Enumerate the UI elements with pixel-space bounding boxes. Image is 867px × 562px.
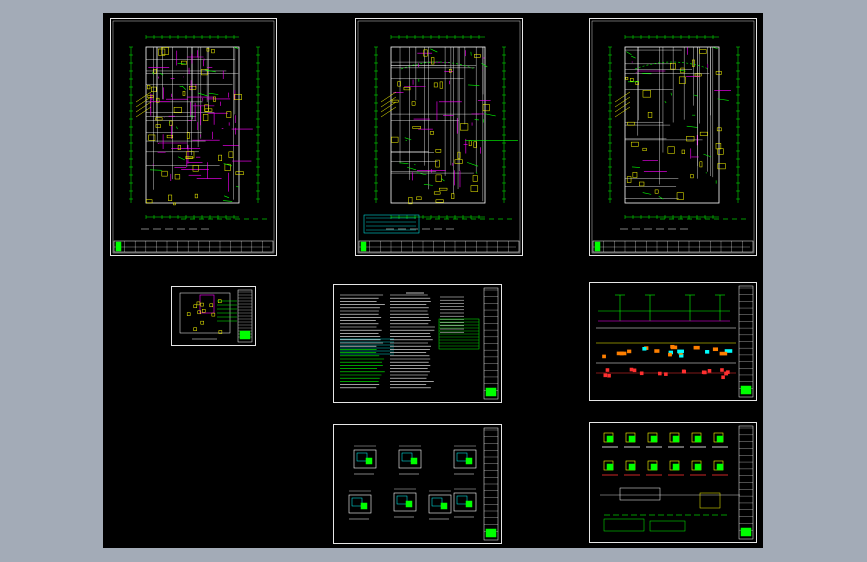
sheet-floor-plan-1[interactable] bbox=[110, 18, 277, 256]
cad-model-viewport[interactable] bbox=[103, 13, 763, 548]
drawing-canvas bbox=[357, 20, 521, 254]
sheet-design-notes[interactable] bbox=[333, 284, 502, 403]
drawing-canvas bbox=[596, 285, 754, 398]
drawing-canvas bbox=[591, 20, 755, 254]
drawing-canvas bbox=[600, 425, 754, 540]
drawing-canvas bbox=[179, 289, 253, 343]
sheet-floor-plan-2[interactable] bbox=[355, 18, 523, 256]
sheet-riser-diagram[interactable] bbox=[589, 282, 757, 401]
drawing-canvas bbox=[348, 427, 499, 541]
sheet-floor-plan-3[interactable] bbox=[589, 18, 757, 256]
drawing-canvas bbox=[112, 20, 275, 254]
sheet-detail-plans[interactable] bbox=[333, 424, 502, 544]
sheet-small-plan[interactable] bbox=[171, 286, 256, 346]
sheet-equipment-details[interactable] bbox=[589, 422, 757, 543]
drawing-canvas bbox=[340, 287, 499, 400]
